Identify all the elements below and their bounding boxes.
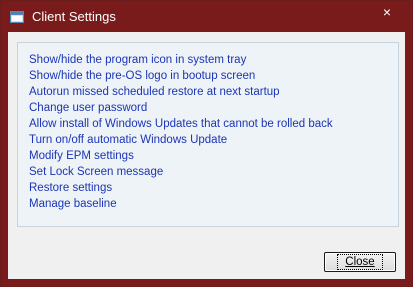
link-autorun-missed-restore[interactable]: Autorun missed scheduled restore at next…: [29, 85, 280, 99]
link-restore-settings[interactable]: Restore settings: [29, 181, 112, 195]
close-icon[interactable]: ×: [377, 3, 397, 23]
settings-links-panel: Show/hide the program icon in system tra…: [17, 42, 399, 227]
link-toggle-windows-update[interactable]: Turn on/off automatic Windows Update: [29, 133, 227, 147]
client-area: Show/hide the program icon in system tra…: [8, 32, 405, 279]
title-bar[interactable]: Client Settings ×: [1, 1, 412, 32]
client-settings-window: Client Settings × Show/hide the program …: [0, 0, 413, 287]
link-toggle-preos-logo[interactable]: Show/hide the pre-OS logo in bootup scre…: [29, 69, 255, 83]
link-allow-windows-updates[interactable]: Allow install of Windows Updates that ca…: [29, 117, 333, 131]
link-toggle-tray-icon[interactable]: Show/hide the program icon in system tra…: [29, 53, 246, 67]
close-button[interactable]: Close: [324, 252, 396, 272]
link-change-password[interactable]: Change user password: [29, 101, 147, 115]
window-title: Client Settings: [32, 9, 116, 24]
close-button-label: Close: [337, 254, 383, 270]
settings-window-icon: [10, 10, 24, 23]
link-modify-epm-settings[interactable]: Modify EPM settings: [29, 149, 134, 163]
link-manage-baseline[interactable]: Manage baseline: [29, 197, 117, 211]
link-set-lock-screen-message[interactable]: Set Lock Screen message: [29, 165, 163, 179]
